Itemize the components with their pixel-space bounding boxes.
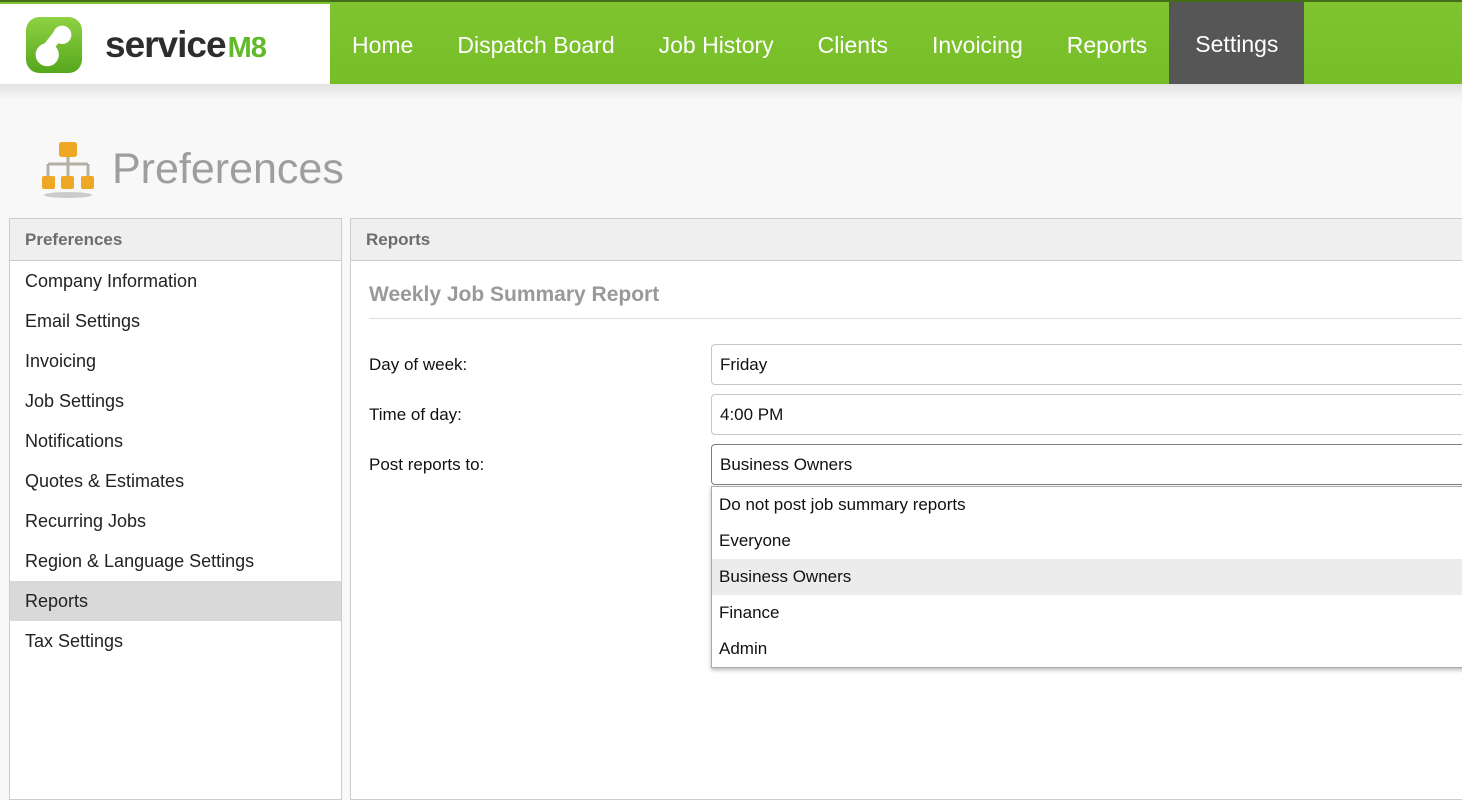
- dropdown-option-finance[interactable]: Finance: [712, 595, 1462, 631]
- sidebar-item-company-information[interactable]: Company Information: [10, 261, 341, 301]
- nav-item-clients[interactable]: Clients: [796, 4, 910, 86]
- page-title: Preferences: [112, 145, 344, 194]
- main-nav: Home Dispatch Board Job History Clients …: [330, 4, 1462, 86]
- nav-item-job-history[interactable]: Job History: [637, 4, 796, 86]
- sidebar-item-reports[interactable]: Reports: [10, 581, 341, 621]
- time-of-day-label: Time of day:: [369, 405, 711, 425]
- servicem8-brand[interactable]: service M8: [0, 4, 330, 86]
- sidebar-header: Preferences: [10, 219, 341, 261]
- sidebar-item-email-settings[interactable]: Email Settings: [10, 301, 341, 341]
- sidebar-item-quotes-estimates[interactable]: Quotes & Estimates: [10, 461, 341, 501]
- section-title: Weekly Job Summary Report: [369, 283, 659, 307]
- form-row-time-of-day: Time of day: 4:00 PM: [369, 394, 1462, 435]
- sidebar-item-tax-settings[interactable]: Tax Settings: [10, 621, 341, 661]
- dropdown-option-everyone[interactable]: Everyone: [712, 523, 1462, 559]
- sidebar-item-region-language-settings[interactable]: Region & Language Settings: [10, 541, 341, 581]
- org-chart-preferences-icon: [38, 138, 98, 200]
- day-of-week-select[interactable]: Friday: [711, 344, 1462, 385]
- servicem8-settings-page: service M8 Home Dispatch Board Job Histo…: [0, 0, 1462, 800]
- nav-item-reports[interactable]: Reports: [1045, 4, 1170, 86]
- form-row-post-reports-to: Post reports to: Business Owners: [369, 444, 1462, 485]
- time-of-day-select[interactable]: 4:00 PM: [711, 394, 1462, 435]
- sidebar-item-recurring-jobs[interactable]: Recurring Jobs: [10, 501, 341, 541]
- servicem8-wordmark: service M8: [105, 24, 266, 66]
- post-reports-to-dropdown: Do not post job summary reports Everyone…: [711, 486, 1462, 668]
- servicem8-logo-icon: [25, 16, 83, 74]
- dropdown-option-admin[interactable]: Admin: [712, 631, 1462, 667]
- dropdown-option-do-not-post[interactable]: Do not post job summary reports: [712, 487, 1462, 523]
- page-head: Preferences: [38, 138, 344, 200]
- dropdown-option-business-owners[interactable]: Business Owners: [712, 559, 1462, 595]
- reports-panel: Reports Weekly Job Summary Report Day of…: [350, 218, 1462, 800]
- top-navigation-bar: service M8 Home Dispatch Board Job Histo…: [0, 0, 1462, 84]
- nav-item-settings[interactable]: Settings: [1169, 2, 1304, 86]
- nav-item-dispatch-board[interactable]: Dispatch Board: [435, 4, 636, 86]
- section-divider: [369, 318, 1462, 319]
- day-of-week-label: Day of week:: [369, 355, 711, 375]
- post-reports-to-label: Post reports to:: [369, 455, 711, 475]
- sidebar-item-invoicing[interactable]: Invoicing: [10, 341, 341, 381]
- nav-item-home[interactable]: Home: [330, 4, 435, 86]
- wordmark-m8: M8: [228, 32, 266, 65]
- reports-panel-header: Reports: [351, 219, 1462, 261]
- wordmark-service: service: [105, 24, 226, 66]
- post-reports-to-select[interactable]: Business Owners: [711, 444, 1462, 485]
- preferences-sidebar: Preferences Company Information Email Se…: [9, 218, 342, 800]
- nav-item-invoicing[interactable]: Invoicing: [910, 4, 1045, 86]
- sidebar-item-notifications[interactable]: Notifications: [10, 421, 341, 461]
- sidebar-item-job-settings[interactable]: Job Settings: [10, 381, 341, 421]
- form-row-day-of-week: Day of week: Friday: [369, 344, 1462, 385]
- header-shadow: [0, 84, 1462, 100]
